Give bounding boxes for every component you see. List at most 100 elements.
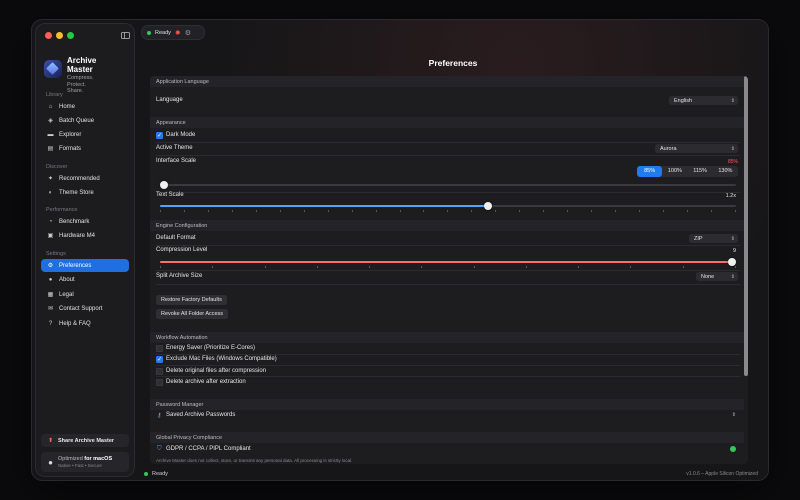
sidebar-item-theme-store[interactable]: ◐ Theme Store [41,186,129,199]
sidebar-item-batch-queue[interactable]: ◈ Batch Queue [41,114,129,127]
minimize-window-button[interactable] [56,32,63,39]
close-window-button[interactable] [45,32,52,39]
ready-indicator-icon [147,30,151,35]
sidebar-item-formats[interactable]: ▤ Formats [41,142,129,155]
sidebar-item-label: Help & FAQ [59,320,91,327]
sidebar-item-label: Formats [59,145,82,152]
palette-icon: ◐ [48,189,53,196]
compression-thumb[interactable] [728,258,736,266]
delete-original-label: Delete original files after compression [166,368,267,374]
text-scale-slider[interactable] [160,202,736,210]
split-value: None [701,273,715,280]
sidebar-item-label: Hardware M4 [59,232,96,239]
scale-option-115[interactable]: 115% [688,166,713,177]
share-button[interactable]: ⬆ Share Archive Master [41,434,129,447]
section-performance: Performance [46,207,78,213]
share-label: Share Archive Master [58,437,115,444]
interface-scale-slider[interactable] [160,181,736,189]
zoom-window-button[interactable] [67,32,74,39]
doc-icon: ▤ [47,146,54,152]
bottom-status-text: Ready [152,471,168,477]
sidebar-item-contact-support[interactable]: ✉ Contact Support [41,302,129,315]
home-icon: ⌂ [48,103,53,110]
language-value: English [674,97,693,104]
saved-passwords-label[interactable]: Saved Archive Passwords [166,412,235,418]
chevron-updown-icon: ⇕ [730,273,735,280]
energy-saver-label: Energy Saver (Prioritize E-Cores) [166,345,256,351]
gauge-icon: ◔ [48,218,53,225]
optimized-badge: ● Optimized for macOS Native • Fast • Se… [41,452,129,472]
dark-mode-checkbox[interactable]: ✓ [156,132,163,139]
gear-icon[interactable]: ⚙ [185,29,191,37]
section-privacy: Global Privacy Compliance [150,432,744,443]
sidebar-item-label: About [59,276,75,283]
app-name: Archive Master [67,56,97,74]
help-icon: ? [48,320,53,327]
theme-label: Active Theme [156,145,193,151]
page-title: Preferences [428,58,478,68]
sidebar-item-home[interactable]: ⌂ Home [41,100,129,113]
sidebar-item-explorer[interactable]: ▬ Explorer [41,128,129,141]
default-format-select[interactable]: ZIP ⇕ [689,234,738,243]
sidebar-item-hardware[interactable]: ▣ Hardware M4 [41,229,129,242]
energy-saver-checkbox[interactable] [156,345,163,352]
sidebar-item-legal[interactable]: ▦ Legal [41,288,129,301]
theme-select[interactable]: Aurora ⇕ [655,144,738,153]
divider [156,155,740,156]
top-status-text: Ready [155,29,171,36]
sidebar-item-benchmark[interactable]: ◔ Benchmark [41,215,129,228]
compression-fill [160,261,732,263]
restore-defaults-button[interactable]: Restore Factory Defaults [156,295,227,305]
revoke-access-button[interactable]: Revoke All Folder Access [156,309,229,319]
folder-icon: ▬ [47,131,54,138]
sidebar-item-help[interactable]: ? Help & FAQ [41,317,129,330]
chevron-updown-icon: ⇕ [730,97,735,104]
sidebar-item-recommended[interactable]: ✦ Recommended [41,172,129,185]
mail-icon: ✉ [47,306,54,312]
scale-option-85[interactable]: 85% [637,166,663,177]
scale-option-100[interactable]: 100% [662,166,687,177]
divider [156,354,740,355]
exclude-mac-files-checkbox[interactable]: ✓ [156,356,163,363]
delete-original-checkbox[interactable] [156,368,163,375]
delete-archive-checkbox[interactable] [156,379,163,386]
sun-icon[interactable]: ✹ [175,29,181,37]
apple-icon: ● [48,457,53,467]
compression-slider[interactable] [160,258,736,266]
dark-mode-label: Dark Mode [166,132,196,138]
language-select[interactable]: English ⇕ [669,96,738,105]
interface-scale-thumb[interactable] [160,181,168,189]
text-scale-value: 1.2x [725,193,736,199]
window-controls [45,32,74,39]
expand-icon[interactable]: ⇕ [732,412,736,418]
scrollbar[interactable] [744,76,748,376]
sidebar-toggle-icon[interactable] [121,32,130,39]
text-scale-thumb[interactable] [484,202,493,210]
sidebar-item-label: Contact Support [59,305,103,312]
sidebar-item-preferences[interactable]: ⚙ Preferences [41,259,129,272]
app-tagline: Compress. Protect. Share. [67,75,94,94]
sidebar-item-label: Theme Store [59,189,94,196]
scale-option-130[interactable]: 130% [713,166,738,177]
divider [156,270,740,271]
optimized-prefix: Optimized [58,456,85,462]
sidebar: Archive Master Compress. Protect. Share.… [36,24,134,476]
main-content: Ready ✹ ⚙ Preferences Application Langua… [138,20,768,480]
delete-archive-label: Delete archive after extraction [166,379,246,385]
sidebar-item-label: Home [59,103,76,110]
privacy-label: GDPR / CCPA / PIPL Compliant [166,446,251,452]
default-format-value: ZIP [694,235,703,242]
sidebar-item-about[interactable]: ● About [41,273,129,286]
layers-icon: ◈ [48,118,53,124]
divider [156,365,740,366]
sparkle-icon: ✦ [47,176,54,182]
share-icon: ⬆ [47,438,54,444]
sidebar-item-label: Preferences [59,262,92,269]
divider [156,142,740,143]
divider [156,245,740,246]
interface-scale-segmented[interactable]: 85% 100% 115% 130% [637,166,738,177]
split-select[interactable]: None ⇕ [696,272,738,281]
chevron-updown-icon: ⇕ [730,145,735,152]
brand: Archive Master Compress. Protect. Share. [44,56,107,95]
sidebar-item-label: Legal [59,291,74,298]
